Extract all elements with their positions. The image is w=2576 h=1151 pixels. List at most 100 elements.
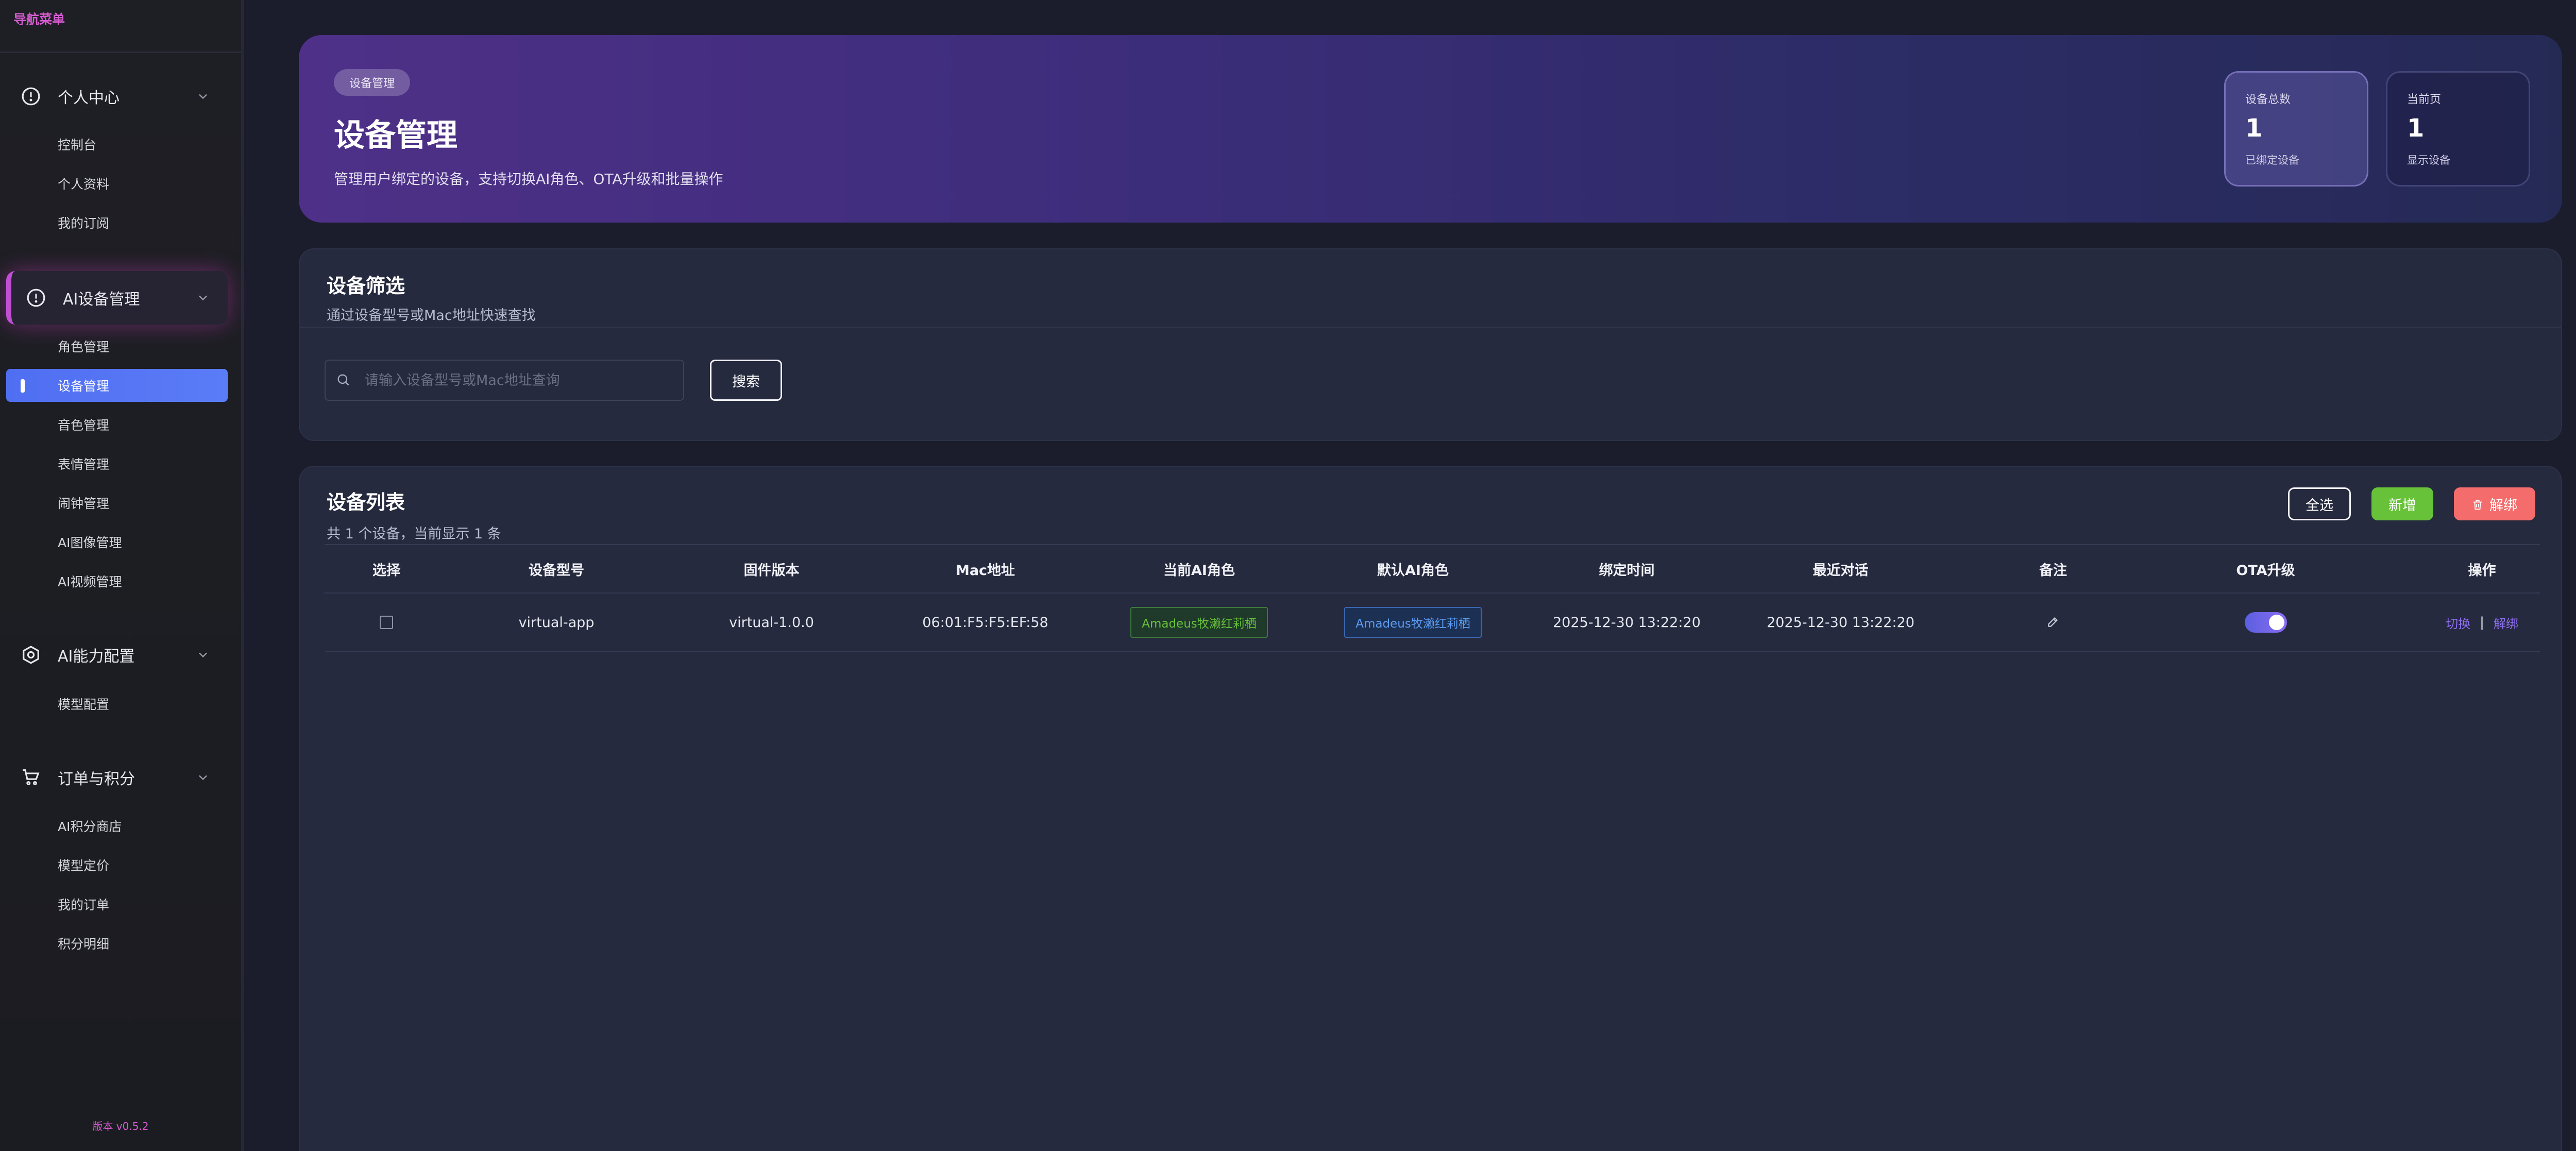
settings-icon <box>21 645 41 665</box>
stat-value: 1 <box>2407 114 2425 143</box>
column-header: 绑定时间 <box>1599 562 1655 579</box>
operation-separator: | <box>2480 615 2484 630</box>
sidebar-group-label: AI能力配置 <box>58 648 135 666</box>
alert-circle-icon <box>26 287 46 308</box>
sidebar-item-expressions[interactable]: 表情管理 <box>6 447 228 480</box>
sidebar-item-profile[interactable]: 个人资料 <box>6 167 228 200</box>
sidebar-item-model-pricing[interactable]: 模型定价 <box>6 849 228 882</box>
sidebar: 导航菜单 个人中心 控制台 个人资料 我的订阅 AI设备管理 角色管理 设备管理… <box>0 0 244 1151</box>
filter-subtitle: 通过设备型号或Mac地址快速查找 <box>327 308 536 324</box>
search-input[interactable] <box>365 372 674 388</box>
sidebar-group-ai-capabilities[interactable]: AI能力配置 <box>6 628 228 682</box>
hero-badge: 设备管理 <box>334 69 411 96</box>
list-subtitle: 共 1 个设备，当前显示 1 条 <box>327 526 501 542</box>
sidebar-group-personal[interactable]: 个人中心 <box>6 70 228 123</box>
stat-sub: 显示设备 <box>2407 154 2450 166</box>
current-role-cell: Amadeus牧濑红莉栖 <box>1092 607 1306 638</box>
column-header: 备注 <box>2039 562 2067 579</box>
operations-cell: 切换 | 解绑 <box>2372 614 2576 632</box>
column-header: OTA升级 <box>2236 562 2295 579</box>
sidebar-group-label: 个人中心 <box>58 89 120 107</box>
list-actions: 全选 新增 解绑 <box>2288 487 2535 520</box>
bind-time-cell: 2025-12-30 13:22:20 <box>1553 614 1701 631</box>
unbind-label: 解绑 <box>2489 497 2517 514</box>
sidebar-item-my-orders[interactable]: 我的订单 <box>6 888 228 921</box>
note-cell <box>1947 615 2159 630</box>
sidebar-group-label: AI设备管理 <box>63 291 140 309</box>
column-header: 默认AI角色 <box>1377 562 1449 579</box>
stat-label: 当前页 <box>2407 93 2442 106</box>
stat-sub: 已绑定设备 <box>2245 154 2299 166</box>
device-list-card: 设备列表 共 1 个设备，当前显示 1 条 全选 新增 解绑 选择 设备型号 固… <box>299 466 2562 1151</box>
alert-circle-icon <box>21 86 41 107</box>
main-content: 设备管理 设备管理 管理用户绑定的设备，支持切换AI角色、OTA升级和批量操作 … <box>247 0 2576 1151</box>
stat-value: 1 <box>2245 114 2263 143</box>
trash-icon <box>2472 498 2483 510</box>
column-header: 设备型号 <box>529 562 584 579</box>
filter-divider <box>300 327 2561 328</box>
default-role-cell: Amadeus牧濑红莉栖 <box>1306 607 1520 638</box>
filter-card: 设备筛选 通过设备型号或Mac地址快速查找 搜索 <box>299 248 2562 441</box>
page-title: 设备管理 <box>334 117 457 154</box>
device-table: 选择 设备型号 固件版本 Mac地址 当前AI角色 默认AI角色 绑定时间 最近… <box>325 544 2540 652</box>
sidebar-item-devices[interactable]: 设备管理 <box>6 369 228 402</box>
toggle-knob <box>2268 615 2284 630</box>
mac-cell: 06:01:F5:F5:EF:58 <box>922 614 1048 631</box>
cart-icon <box>21 767 41 788</box>
list-title: 设备列表 <box>327 491 405 514</box>
sidebar-item-subscriptions[interactable]: 我的订阅 <box>6 206 228 239</box>
column-header: 固件版本 <box>743 562 800 579</box>
default-role-tag: Amadeus牧濑红莉栖 <box>1344 607 1482 638</box>
app-root: 导航菜单 个人中心 控制台 个人资料 我的订阅 AI设备管理 角色管理 设备管理… <box>0 0 2576 1151</box>
sidebar-group-label: 订单与积分 <box>58 770 135 788</box>
sidebar-item-dashboard[interactable]: 控制台 <box>6 128 228 161</box>
device-model-cell: virtual-app <box>518 614 595 631</box>
current-role-tag: Amadeus牧濑红莉栖 <box>1130 607 1268 638</box>
hero-banner: 设备管理 设备管理 管理用户绑定的设备，支持切换AI角色、OTA升级和批量操作 … <box>299 35 2562 223</box>
sidebar-item-alarms[interactable]: 闹钟管理 <box>6 486 228 519</box>
column-header: 选择 <box>372 562 400 579</box>
active-indicator <box>21 379 25 393</box>
sidebar-item-roles[interactable]: 角色管理 <box>6 330 228 363</box>
column-header: Mac地址 <box>955 562 1015 579</box>
stat-card-total-devices: 设备总数 1 已绑定设备 <box>2224 71 2368 187</box>
page-description: 管理用户绑定的设备，支持切换AI角色、OTA升级和批量操作 <box>334 171 723 188</box>
table-row: virtual-app virtual-1.0.0 06:01:F5:F5:EF… <box>325 594 2540 652</box>
chevron-down-icon <box>196 770 210 785</box>
version-label: 版本 v0.5.2 <box>92 1120 149 1132</box>
row-checkbox[interactable] <box>380 616 393 629</box>
sidebar-group-ai-devices[interactable]: AI设备管理 <box>6 271 228 325</box>
nav-title: 导航菜单 <box>13 12 65 27</box>
chevron-down-icon <box>196 291 210 305</box>
unbind-link[interactable]: 解绑 <box>2494 614 2518 632</box>
ota-cell <box>2159 612 2372 633</box>
edit-icon[interactable] <box>2046 615 2060 630</box>
column-header: 操作 <box>2468 562 2496 579</box>
stat-card-current-page: 当前页 1 显示设备 <box>2386 71 2530 187</box>
firmware-cell: virtual-1.0.0 <box>729 614 814 631</box>
sidebar-item-ai-videos[interactable]: AI视频管理 <box>6 565 228 598</box>
unbind-batch-button[interactable]: 解绑 <box>2454 487 2535 520</box>
add-device-button[interactable]: 新增 <box>2371 487 2433 520</box>
last-chat-cell: 2025-12-30 13:22:20 <box>1767 614 1914 631</box>
sidebar-item-points-store[interactable]: AI积分商店 <box>6 809 228 842</box>
chevron-down-icon <box>196 89 210 104</box>
sidebar-item-ai-images[interactable]: AI图像管理 <box>6 526 228 558</box>
search-button[interactable]: 搜索 <box>710 360 782 401</box>
filter-title: 设备筛选 <box>327 275 405 297</box>
switch-link[interactable]: 切换 <box>2446 614 2470 632</box>
column-header: 当前AI角色 <box>1163 562 1235 579</box>
table-header: 选择 设备型号 固件版本 Mac地址 当前AI角色 默认AI角色 绑定时间 最近… <box>325 544 2540 594</box>
column-header: 最近对话 <box>1812 562 1869 579</box>
search-box <box>325 360 684 401</box>
sidebar-item-points-detail[interactable]: 积分明细 <box>6 927 228 960</box>
sidebar-item-voices[interactable]: 音色管理 <box>6 408 228 441</box>
search-icon <box>336 373 351 388</box>
select-cell <box>325 616 448 629</box>
select-all-button[interactable]: 全选 <box>2288 487 2351 520</box>
sidebar-group-orders[interactable]: 订单与积分 <box>6 751 228 804</box>
stat-label: 设备总数 <box>2245 93 2291 106</box>
nav-divider <box>0 52 241 53</box>
ota-toggle[interactable] <box>2244 612 2287 633</box>
sidebar-item-model-config[interactable]: 模型配置 <box>6 687 228 720</box>
